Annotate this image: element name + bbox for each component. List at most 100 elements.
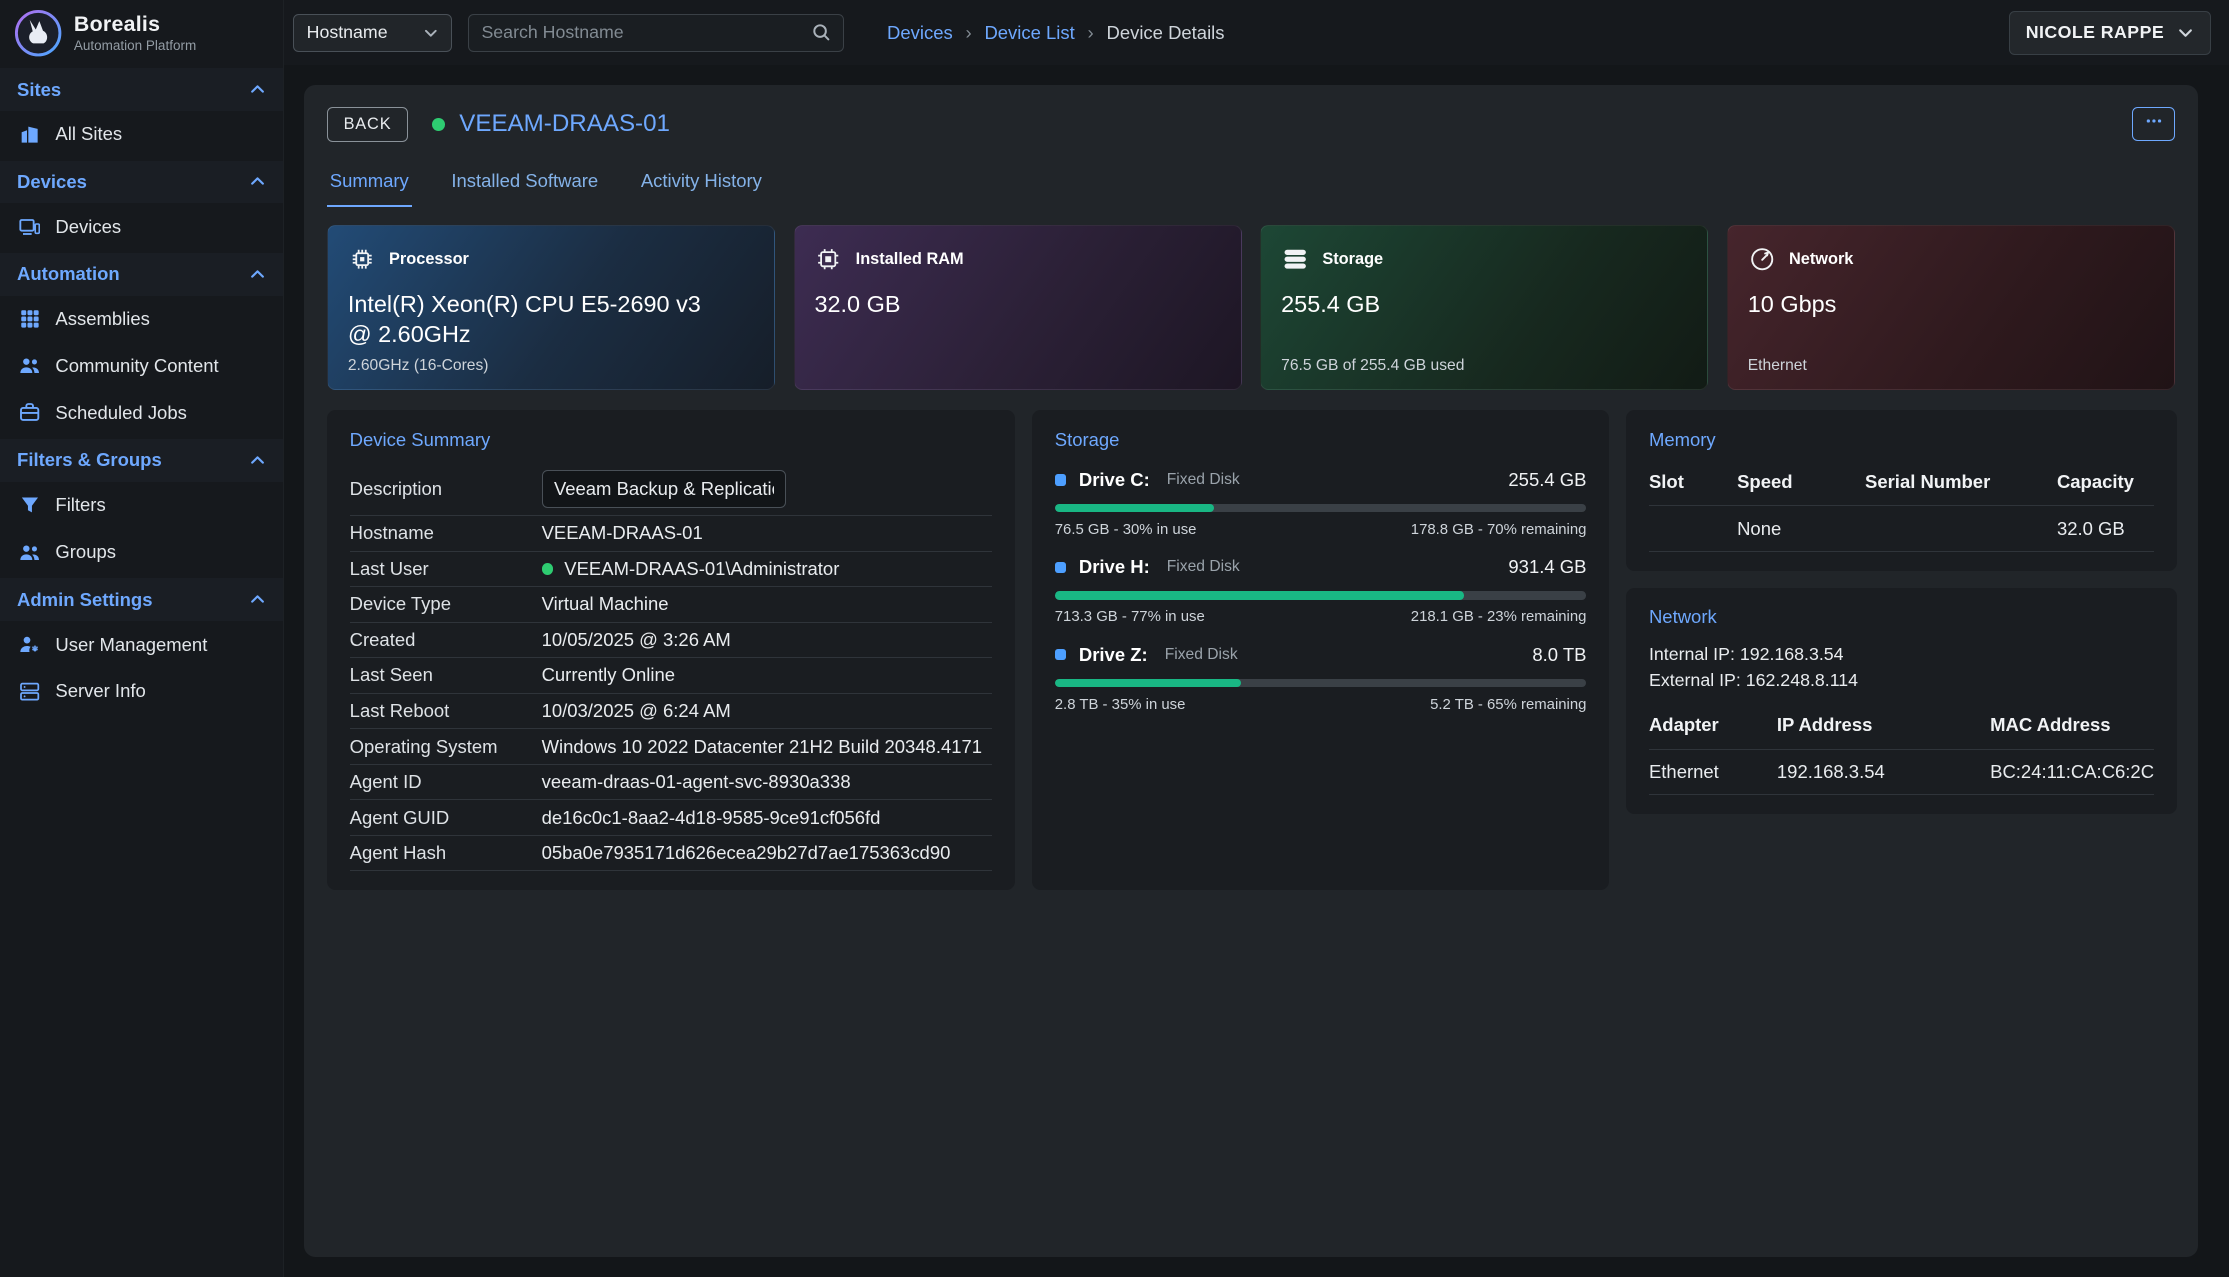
breadcrumb-device-list[interactable]: Device List bbox=[984, 22, 1074, 44]
detail-panels: Device Summary Description Hostname VEEA… bbox=[327, 410, 2175, 890]
section-label: Sites bbox=[17, 79, 61, 101]
table-row: Description bbox=[350, 463, 993, 516]
device-summary-table: Description Hostname VEEAM-DRAAS-01 Last… bbox=[350, 463, 993, 871]
drive-usage-bar bbox=[1055, 679, 1241, 688]
right-column: Memory Slot Speed Serial Number Capacity bbox=[1626, 410, 2177, 890]
device-details-panel: BACK VEEAM-DRAAS-01 Summary Installed So… bbox=[304, 85, 2198, 1256]
section-label: Devices bbox=[17, 171, 87, 193]
panel-title: Device Summary bbox=[350, 429, 993, 451]
table-row: Ethernet 192.168.3.54 BC:24:11:CA:C6:2C bbox=[1649, 750, 2154, 796]
card-label: Installed RAM bbox=[856, 250, 964, 269]
tab-installed-software[interactable]: Installed Software bbox=[449, 165, 601, 207]
tab-activity-history[interactable]: Activity History bbox=[638, 165, 765, 207]
section-label: Admin Settings bbox=[17, 589, 152, 611]
search-field-select[interactable]: Hostname bbox=[293, 14, 452, 52]
breadcrumb-devices[interactable]: Devices bbox=[887, 22, 953, 44]
breadcrumb: Devices › Device List › Device Details bbox=[887, 22, 1225, 44]
search-icon[interactable] bbox=[812, 23, 830, 41]
processor-footer: 2.60GHz (16-Cores) bbox=[348, 357, 489, 375]
ram-icon bbox=[814, 245, 842, 273]
table-row: Hostname VEEAM-DRAAS-01 bbox=[350, 516, 993, 552]
sidebar-section-filters-groups[interactable]: Filters & Groups bbox=[0, 439, 283, 482]
drive-h-row: Drive H: Fixed Disk 931.4 GB 713.3 GB - … bbox=[1055, 556, 1587, 625]
table-row: Last Reboot 10/03/2025 @ 6:24 AM bbox=[350, 694, 993, 730]
cpu-icon bbox=[348, 245, 376, 273]
sidebar-section-sites[interactable]: Sites bbox=[0, 68, 283, 111]
sidebar-item-community-content[interactable]: Community Content bbox=[0, 343, 283, 390]
sidebar-item-groups[interactable]: Groups bbox=[0, 529, 283, 576]
device-tabs: Summary Installed Software Activity Hist… bbox=[327, 165, 2175, 207]
chevron-up-icon bbox=[249, 591, 266, 608]
sidebar-item-label: Scheduled Jobs bbox=[55, 402, 186, 424]
chevron-down-icon bbox=[2177, 24, 2194, 41]
drive-used: 2.8 TB - 35% in use bbox=[1055, 696, 1186, 713]
panel-title: Memory bbox=[1649, 429, 2154, 451]
sidebar-section-admin-settings[interactable]: Admin Settings bbox=[0, 578, 283, 621]
network-table: Adapter IP Address MAC Address Ethernet … bbox=[1649, 707, 2154, 796]
sidebar-item-user-management[interactable]: User Management bbox=[0, 621, 283, 668]
storage-card: Storage 255.4 GB 76.5 GB of 255.4 GB use… bbox=[1260, 225, 1708, 390]
sidebar-item-label: Community Content bbox=[55, 355, 218, 377]
sidebar-item-assemblies[interactable]: Assemblies bbox=[0, 296, 283, 343]
table-row: None 32.0 GB bbox=[1649, 506, 2154, 552]
more-actions-button[interactable] bbox=[2132, 107, 2175, 141]
drive-icon bbox=[1055, 474, 1066, 485]
user-gear-icon bbox=[18, 634, 41, 655]
stat-cards: Processor Intel(R) Xeon(R) CPU E5-2690 v… bbox=[327, 225, 2175, 390]
breadcrumb-separator: › bbox=[1088, 22, 1094, 44]
table-row: Created 10/05/2025 @ 3:26 AM bbox=[350, 623, 993, 659]
section-label: Automation bbox=[17, 263, 120, 285]
search-input[interactable] bbox=[481, 22, 803, 43]
internal-ip: Internal IP: 192.168.3.54 bbox=[1649, 641, 2154, 668]
chevron-up-icon bbox=[249, 173, 266, 190]
panel-title: Storage bbox=[1055, 429, 1587, 451]
user-menu-button[interactable]: NICOLE RAPPE bbox=[2009, 11, 2210, 55]
storage-panel: Storage Drive C: Fixed Disk 255.4 GB 76.… bbox=[1032, 410, 1609, 890]
drive-remaining: 5.2 TB - 65% remaining bbox=[1430, 696, 1586, 713]
sidebar-item-scheduled-jobs[interactable]: Scheduled Jobs bbox=[0, 389, 283, 436]
buildings-icon bbox=[18, 124, 41, 145]
drive-z-row: Drive Z: Fixed Disk 8.0 TB 2.8 TB - 35% … bbox=[1055, 644, 1587, 713]
card-label: Processor bbox=[389, 250, 469, 269]
user-name: NICOLE RAPPE bbox=[2026, 22, 2164, 43]
chevron-up-icon bbox=[249, 452, 266, 469]
sidebar-item-devices[interactable]: Devices bbox=[0, 203, 283, 250]
storage-value: 255.4 GB bbox=[1281, 289, 1687, 319]
installed-ram-card: Installed RAM 32.0 GB bbox=[794, 225, 1242, 390]
memory-table: Slot Speed Serial Number Capacity None bbox=[1649, 463, 2154, 552]
tab-summary[interactable]: Summary bbox=[327, 165, 412, 207]
sidebar-item-filters[interactable]: Filters bbox=[0, 482, 283, 529]
online-status-dot bbox=[542, 563, 553, 574]
drive-used: 713.3 GB - 77% in use bbox=[1055, 608, 1205, 625]
sidebar-item-label: All Sites bbox=[55, 123, 122, 145]
sidebar-section-automation[interactable]: Automation bbox=[0, 253, 283, 296]
drive-usage-bar bbox=[1055, 504, 1215, 513]
sidebar: Borealis Automation Platform Sites All S… bbox=[0, 0, 284, 1277]
devices-icon bbox=[18, 216, 41, 237]
main-area: Hostname Devices › Device List › Device … bbox=[284, 0, 2229, 1277]
chevron-down-icon bbox=[423, 25, 439, 41]
brand-name: Borealis bbox=[74, 12, 196, 37]
sidebar-section-devices[interactable]: Devices bbox=[0, 161, 283, 204]
chevron-up-icon bbox=[249, 266, 266, 283]
sidebar-item-all-sites[interactable]: All Sites bbox=[0, 111, 283, 158]
back-button[interactable]: BACK bbox=[327, 107, 408, 142]
app-window: Borealis Automation Platform Sites All S… bbox=[0, 0, 2229, 1277]
table-row: Last Seen Currently Online bbox=[350, 658, 993, 694]
table-row: Device Type Virtual Machine bbox=[350, 587, 993, 623]
brand: Borealis Automation Platform bbox=[0, 0, 283, 65]
brand-tagline: Automation Platform bbox=[74, 38, 196, 53]
search-field-select-value: Hostname bbox=[307, 22, 388, 43]
drive-icon bbox=[1055, 649, 1066, 660]
server-icon bbox=[18, 681, 41, 702]
topbar: Hostname Devices › Device List › Device … bbox=[284, 0, 2229, 65]
processor-value: Intel(R) Xeon(R) CPU E5-2690 v3 @ 2.60GH… bbox=[348, 289, 754, 350]
sidebar-item-server-info[interactable]: Server Info bbox=[0, 668, 283, 715]
people-icon bbox=[18, 355, 41, 376]
sidebar-item-label: Server Info bbox=[55, 680, 145, 702]
drive-remaining: 218.1 GB - 23% remaining bbox=[1411, 608, 1587, 625]
sidebar-item-label: User Management bbox=[55, 634, 207, 656]
description-input[interactable] bbox=[542, 470, 787, 508]
memory-panel: Memory Slot Speed Serial Number Capacity bbox=[1626, 410, 2177, 570]
table-row: Agent ID veeam-draas-01-agent-svc-8930a3… bbox=[350, 765, 993, 801]
